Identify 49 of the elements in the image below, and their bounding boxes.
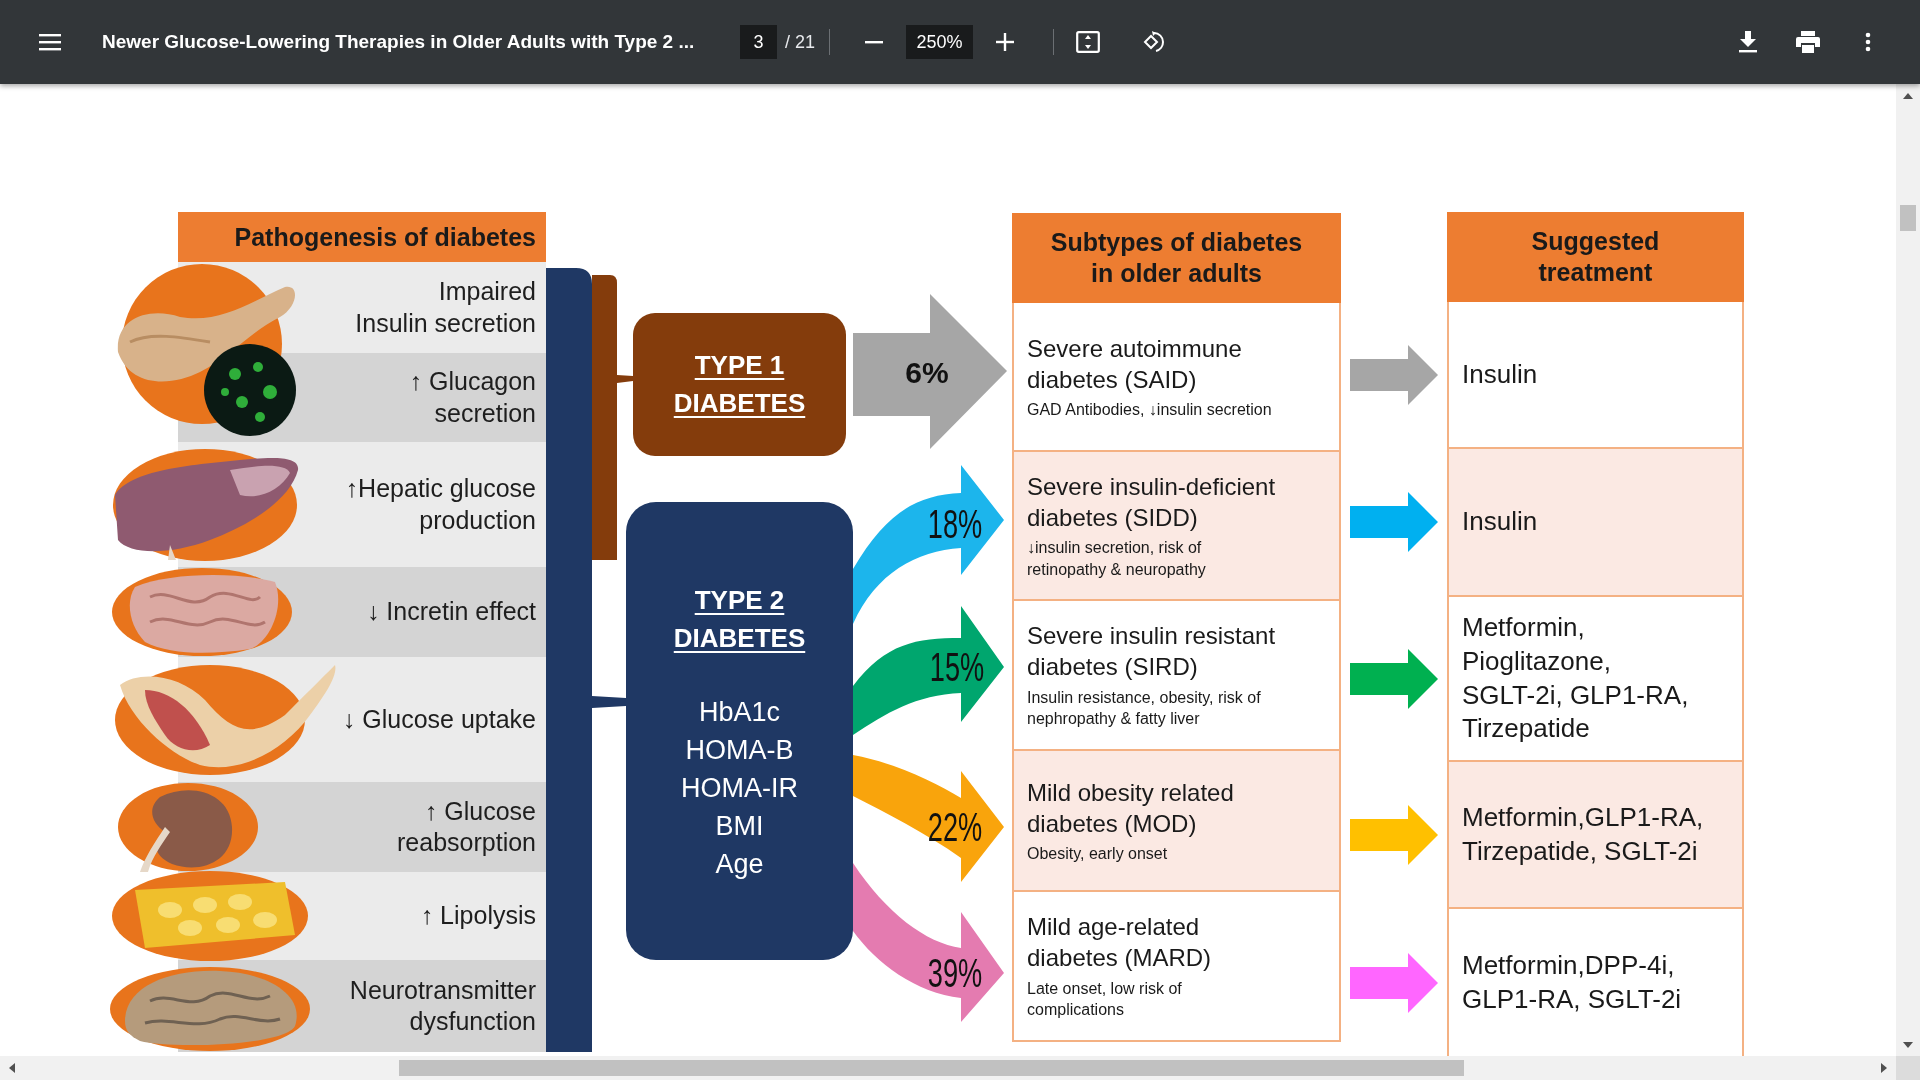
subtype-note: Insulin resistance, obesity, risk of nephropathy & fatty liver (1027, 687, 1262, 730)
scroll-down-icon[interactable] (1903, 1042, 1913, 1048)
subtype-name: Mild age-related diabetes (MARD) (1027, 912, 1213, 974)
column-header: Subtypes of diabetes in older adults (1012, 213, 1341, 303)
scrollbar-corner (1896, 1056, 1920, 1080)
percentage-label: 15% (929, 644, 985, 690)
menu-icon (39, 33, 61, 51)
subtype-name: Severe insulin-deficient diabetes (SIDD) (1027, 471, 1277, 533)
percentage-label: 39% (927, 950, 983, 996)
subtype-name: Mild obesity related diabetes (MOD) (1027, 777, 1235, 839)
more-icon (1865, 32, 1871, 52)
download-icon (1739, 31, 1757, 53)
subtype-name: Severe autoimmune diabetes (SAID) (1027, 333, 1243, 395)
treatment-cell: Insulin (1447, 302, 1744, 449)
measure-label: Age (715, 848, 764, 882)
scrollbar-thumb[interactable] (1900, 205, 1916, 231)
scroll-up-icon[interactable] (1903, 93, 1913, 99)
zoom-field[interactable]: 250% (906, 25, 974, 59)
subtype-note: Late onset, low risk of complications (1027, 978, 1183, 1021)
page-number-field[interactable]: 3 (740, 25, 777, 59)
subtype-note: ↓insulin secretion, risk of retinopathy & neuropathy (1027, 538, 1207, 580)
percentage-label: 6% (905, 356, 949, 390)
document-title: Newer Glucose-Lowering Therapies in Older Adults with Type 2 ... (102, 31, 695, 53)
subtype-note: Obesity, early onset (1027, 843, 1169, 864)
treatment-cell: Metformin,GLP1-RA, Tirzepatide, SGLT-2i (1447, 762, 1744, 909)
scrollbar-thumb[interactable] (399, 1060, 1464, 1076)
type-2-title: TYPE 2 DIABETES (673, 584, 806, 655)
rotate-icon (1142, 30, 1167, 54)
page-count: / 21 (785, 31, 816, 53)
treatment-cell: Insulin (1447, 449, 1744, 597)
measure-label: HOMA-B (685, 734, 794, 768)
percentage-label: 22% (927, 804, 983, 850)
type-1-box: TYPE 1 DIABETES (633, 313, 846, 456)
measure-label: BMI (715, 810, 764, 844)
measure-label: HbA1c (698, 696, 780, 730)
subtype-name: Severe insulin resistant diabetes (SIRD) (1027, 621, 1277, 683)
column-header: Suggested treatment (1447, 212, 1744, 302)
measure-label: HOMA-IR (681, 772, 798, 806)
plus-icon (996, 33, 1015, 51)
minus-icon (865, 40, 884, 44)
column-header: Pathogenesis of diabetes (178, 212, 546, 262)
scroll-right-icon[interactable] (1881, 1063, 1887, 1073)
subtype-note: GAD Antibodies, ↓insulin secretion (1027, 399, 1273, 420)
treatment-cell: Metformin, Pioglitazone, SGLT-2i, GLP1-RA, Tirzepatide (1447, 597, 1744, 762)
treatment-cell: Metformin,DPP-4i, GLP1-RA, SGLT-2i (1447, 909, 1744, 1056)
scroll-left-icon[interactable] (9, 1063, 15, 1073)
fit-page-icon (1076, 31, 1101, 53)
percentage-label: 18% (927, 501, 983, 547)
print-icon (1796, 31, 1820, 53)
